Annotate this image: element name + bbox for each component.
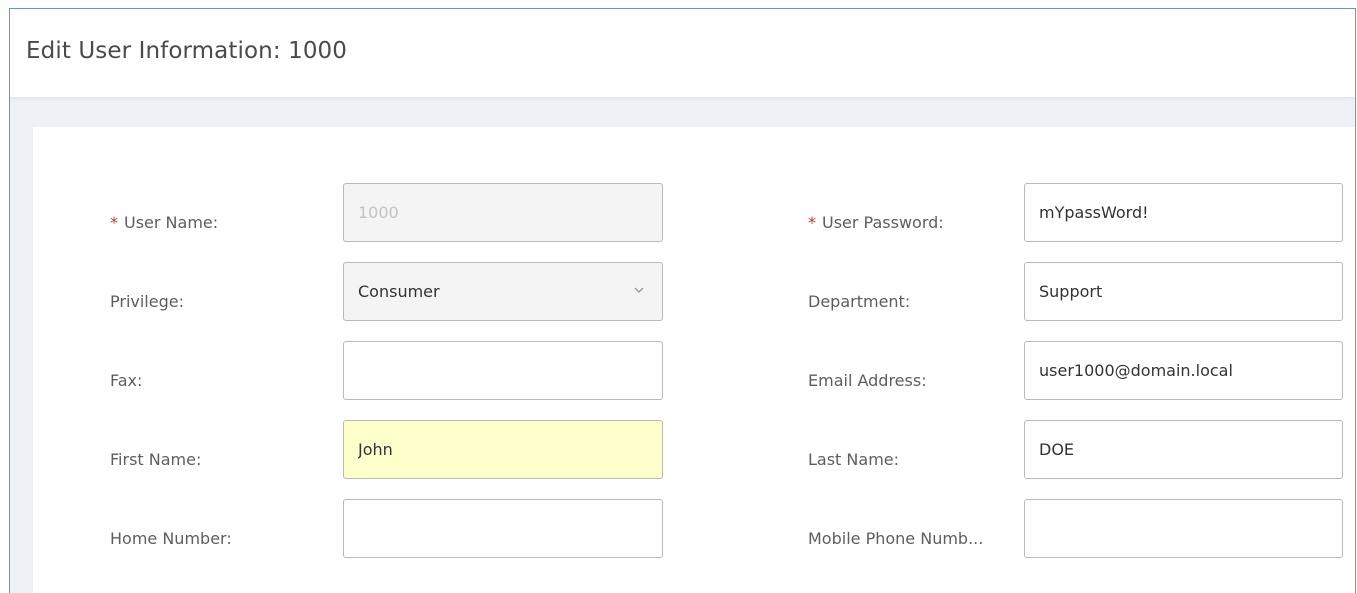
user-name-input [343, 183, 663, 242]
user-info-form: * User Name: Privilege: Consumer Fax: Fir… [33, 127, 1355, 593]
first-name-label: First Name: [110, 450, 202, 469]
privilege-label: Privilege: [110, 292, 184, 311]
home-number-label: Home Number: [110, 529, 232, 548]
required-marker: * [808, 213, 816, 232]
user-password-input[interactable] [1024, 183, 1343, 242]
email-address-label: Email Address: [808, 371, 927, 390]
required-marker: * [110, 213, 118, 232]
email-address-input[interactable] [1024, 341, 1343, 400]
privilege-select[interactable]: Consumer [343, 262, 663, 321]
department-label: Department: [808, 292, 911, 311]
fax-input[interactable] [343, 341, 663, 400]
last-name-label: Last Name: [808, 450, 900, 469]
user-password-label-text: User Password: [822, 213, 944, 232]
home-number-input[interactable] [343, 499, 663, 558]
fax-label: Fax: [110, 371, 143, 390]
department-input[interactable] [1024, 262, 1343, 321]
chevron-down-icon [634, 287, 644, 293]
user-name-label: * User Name: [110, 213, 218, 233]
mobile-phone-input[interactable] [1024, 499, 1343, 558]
user-password-label: * User Password: [808, 213, 944, 233]
panel-header: Edit User Information: 1000 [10, 9, 1355, 97]
privilege-selected-value: Consumer [358, 282, 440, 301]
mobile-phone-label: Mobile Phone Numb... [808, 529, 984, 548]
last-name-input[interactable] [1024, 420, 1343, 479]
user-name-label-text: User Name: [124, 213, 219, 232]
page-title: Edit User Information: 1000 [26, 38, 348, 64]
first-name-input[interactable] [343, 420, 663, 479]
edit-user-panel: Edit User Information: 1000 * User Name: … [9, 8, 1356, 593]
